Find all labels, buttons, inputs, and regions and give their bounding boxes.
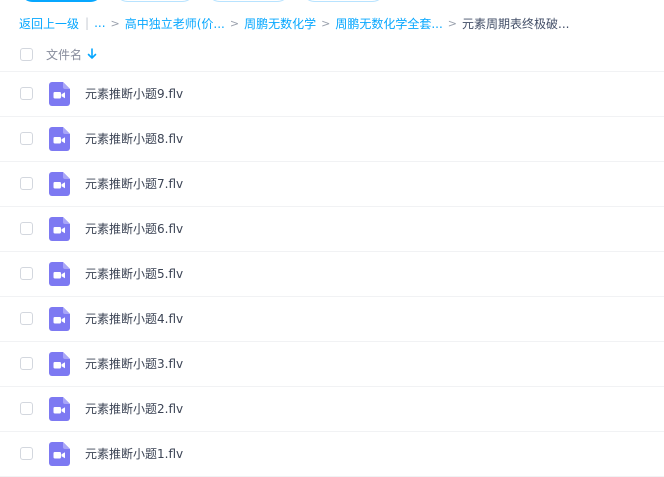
video-file-icon	[49, 352, 70, 376]
file-name[interactable]: 元素推断小题1.flv	[85, 446, 183, 462]
file-row[interactable]: 元素推断小题2.flv	[0, 387, 664, 432]
file-name[interactable]: 元素推断小题9.flv	[85, 86, 183, 102]
file-name[interactable]: 元素推断小题8.flv	[85, 131, 183, 147]
breadcrumb-current: 元素周期表终极破...	[462, 16, 570, 31]
new-folder-button[interactable]	[114, 0, 196, 2]
video-file-icon	[49, 172, 70, 196]
file-row[interactable]: 元素推断小题7.flv	[0, 162, 664, 207]
breadcrumb-separator: >	[447, 16, 457, 30]
more-actions-button[interactable]	[301, 0, 386, 2]
file-name[interactable]: 元素推断小题3.flv	[85, 356, 183, 372]
row-checkbox[interactable]	[20, 267, 33, 280]
breadcrumb-separator: >	[229, 16, 240, 30]
row-checkbox[interactable]	[20, 402, 33, 415]
file-name[interactable]: 元素推断小题4.flv	[85, 311, 183, 327]
toolbar	[19, 0, 386, 2]
column-header-filename[interactable]: 文件名	[46, 46, 97, 63]
file-row[interactable]: 元素推断小题8.flv	[0, 117, 664, 162]
video-file-icon	[49, 442, 70, 466]
select-all-checkbox[interactable]	[20, 47, 33, 61]
video-file-icon	[49, 397, 70, 421]
file-list: 元素推断小题9.flv 元素推断小题8.flv 元素推断小题7.flv 元素推断…	[0, 72, 664, 477]
column-header-label: 文件名	[46, 47, 83, 62]
file-name[interactable]: 元素推断小题5.flv	[85, 266, 183, 282]
video-file-icon	[49, 217, 70, 241]
list-header: 文件名	[0, 37, 664, 72]
arrow-down-icon	[87, 48, 97, 59]
row-checkbox[interactable]	[20, 312, 33, 325]
breadcrumb-back[interactable]: 返回上一级	[19, 15, 79, 32]
breadcrumb-divider: |	[85, 16, 90, 30]
row-checkbox[interactable]	[20, 87, 33, 100]
upload-button[interactable]	[19, 0, 104, 2]
row-checkbox[interactable]	[20, 222, 33, 235]
breadcrumb-item-3[interactable]: 周鹏无数化学全套...	[335, 15, 442, 32]
file-browser: 返回上一级 | ... > 高中独立老师(价... > 周鹏无数化学 > 周鹏无…	[0, 0, 664, 477]
video-file-icon	[49, 307, 70, 331]
file-name[interactable]: 元素推断小题2.flv	[85, 401, 183, 417]
row-checkbox[interactable]	[20, 177, 33, 190]
file-name[interactable]: 元素推断小题7.flv	[85, 176, 183, 192]
breadcrumb-item-1[interactable]: 高中独立老师(价...	[125, 15, 225, 32]
breadcrumb-item-2[interactable]: 周鹏无数化学	[244, 15, 316, 32]
video-file-icon	[49, 82, 70, 106]
file-row[interactable]: 元素推断小题6.flv	[0, 207, 664, 252]
file-row[interactable]: 元素推断小题5.flv	[0, 252, 664, 297]
row-checkbox[interactable]	[20, 357, 33, 370]
breadcrumb-separator: >	[110, 16, 120, 30]
video-file-icon	[49, 262, 70, 286]
breadcrumb-separator: >	[321, 16, 331, 30]
file-row[interactable]: 元素推断小题1.flv	[0, 432, 664, 477]
breadcrumb-ellipsis[interactable]: ...	[94, 16, 105, 30]
file-row[interactable]: 元素推断小题4.flv	[0, 297, 664, 342]
row-checkbox[interactable]	[20, 447, 33, 460]
video-file-icon	[49, 127, 70, 151]
row-checkbox[interactable]	[20, 132, 33, 145]
file-row[interactable]: 元素推断小题9.flv	[0, 72, 664, 117]
offline-download-button[interactable]	[206, 0, 291, 2]
file-row[interactable]: 元素推断小题3.flv	[0, 342, 664, 387]
file-name[interactable]: 元素推断小题6.flv	[85, 221, 183, 237]
breadcrumb: 返回上一级 | ... > 高中独立老师(价... > 周鹏无数化学 > 周鹏无…	[19, 14, 656, 32]
